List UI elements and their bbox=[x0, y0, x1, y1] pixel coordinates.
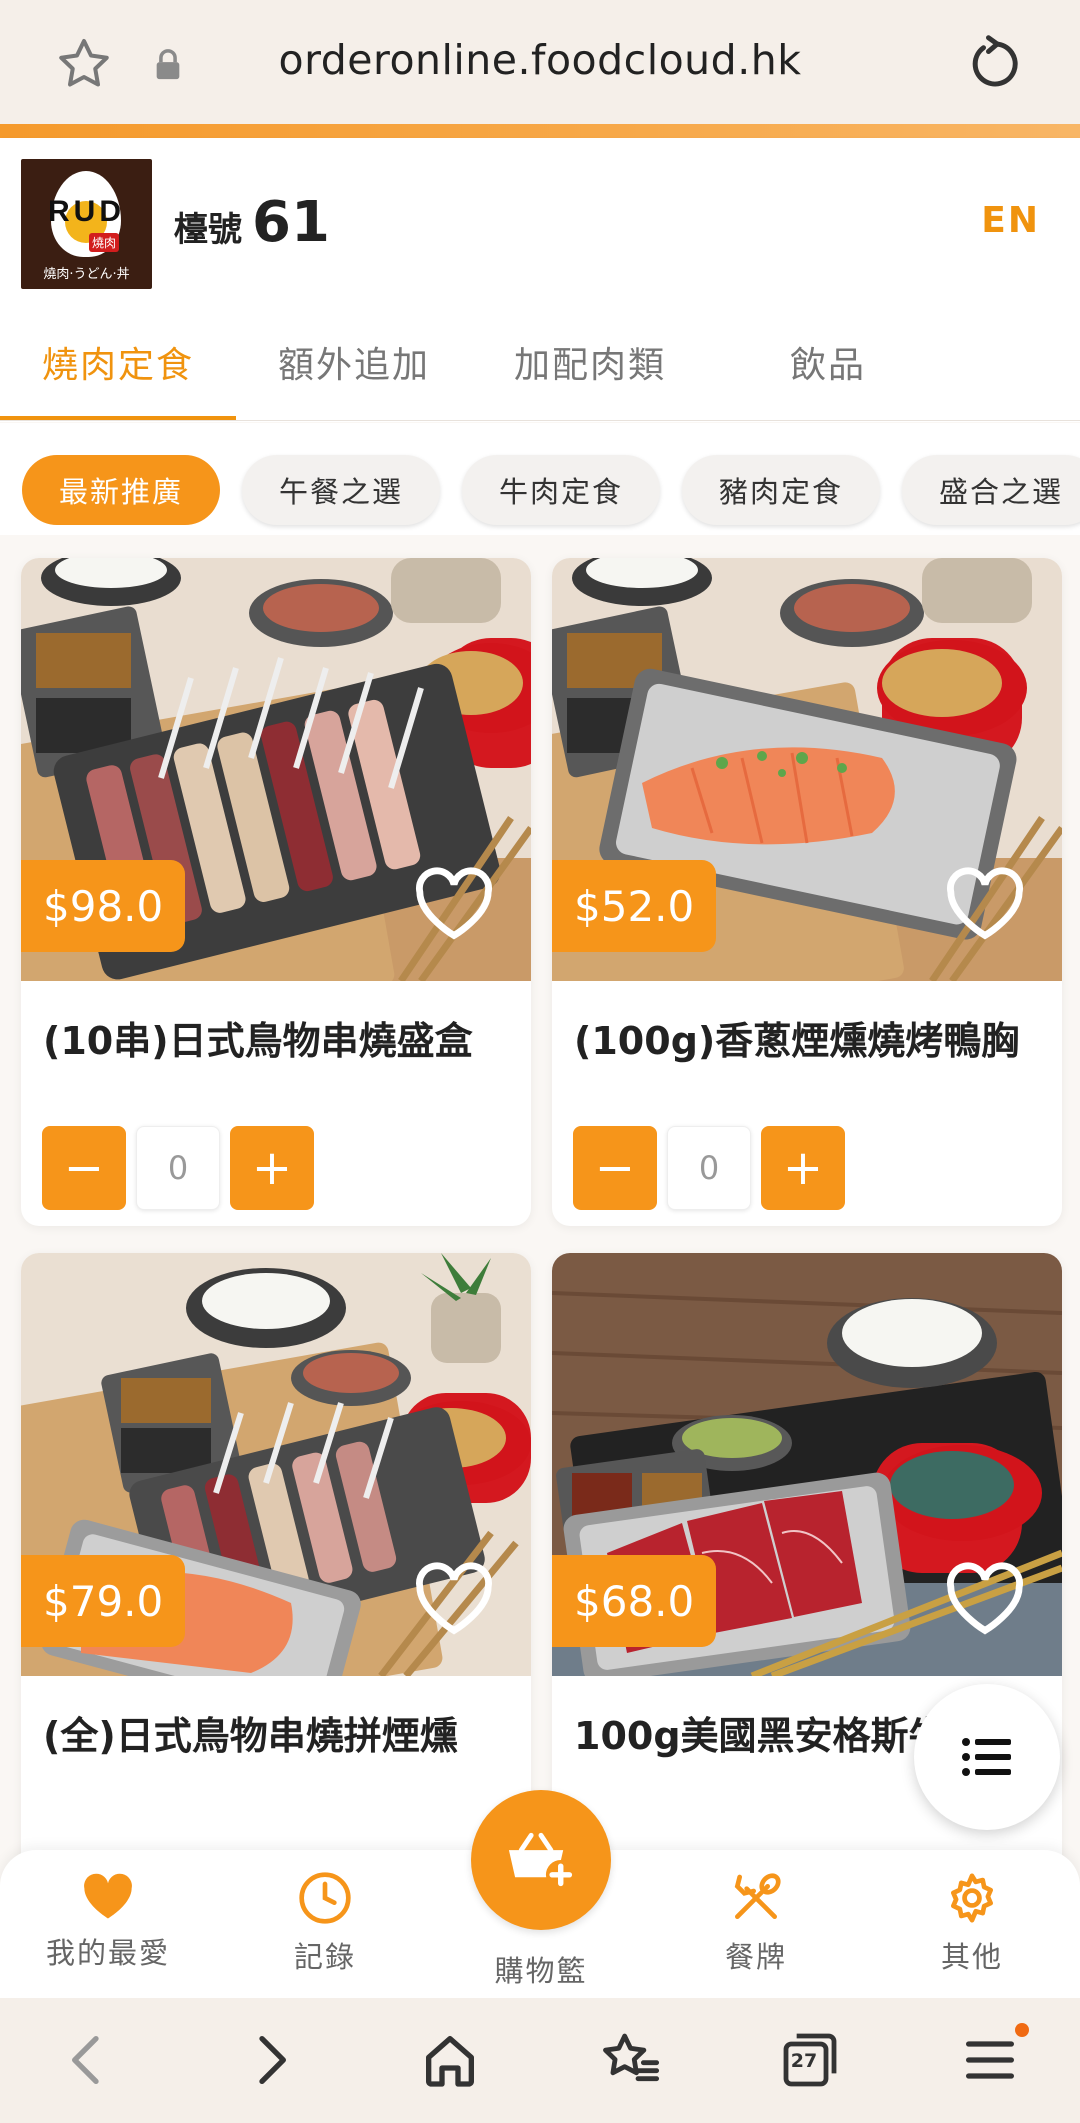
heart-icon bbox=[84, 1873, 132, 1919]
favorite-heart-icon[interactable] bbox=[944, 1559, 1026, 1637]
gear-icon bbox=[951, 1873, 993, 1923]
chip-latest-promo[interactable]: 最新推廣 bbox=[22, 455, 220, 525]
browser-url-bar: orderonline.foodcloud.hk bbox=[0, 0, 1080, 124]
product-price: $52.0 bbox=[552, 860, 717, 952]
store-header: RUD 燒肉 燒肉·うどん·丼 檯號 61 EN bbox=[0, 138, 1080, 298]
product-name: (全)日式鳥物串燒拼煙燻 bbox=[43, 1714, 458, 1758]
product-card[interactable]: $98.0 (10串)日式鳥物串燒盛盒 − 0 + bbox=[21, 558, 531, 1226]
quantity-value[interactable]: 0 bbox=[667, 1126, 751, 1210]
chip-lunch[interactable]: 午餐之選 bbox=[242, 455, 440, 525]
bookmarks-icon[interactable] bbox=[598, 2028, 662, 2092]
category-tabs: 燒肉定食 額外追加 加配肉類 飲品 bbox=[0, 298, 1080, 422]
tab-bbq-set[interactable]: 燒肉定食 bbox=[42, 336, 194, 388]
product-name: (10串)日式鳥物串燒盛盒 bbox=[43, 1019, 473, 1063]
subcategory-chips: 最新推廣 午餐之選 牛肉定食 豬肉定食 盛合之選 bbox=[0, 423, 1080, 535]
favorite-heart-icon[interactable] bbox=[413, 1559, 495, 1637]
decrease-quantity-button[interactable]: − bbox=[573, 1126, 657, 1210]
page-load-progress-bar bbox=[0, 124, 1080, 138]
increase-quantity-button[interactable]: + bbox=[230, 1126, 314, 1210]
hamburger-menu-icon[interactable] bbox=[958, 2028, 1022, 2092]
table-number: 檯號 61 bbox=[174, 190, 330, 255]
decrease-quantity-button[interactable]: − bbox=[42, 1126, 126, 1210]
language-toggle-button[interactable]: EN bbox=[981, 200, 1040, 241]
nav-menu[interactable]: 餐牌 bbox=[676, 1870, 836, 1976]
product-price: $79.0 bbox=[21, 1555, 186, 1647]
nav-history[interactable]: 記錄 bbox=[245, 1870, 405, 1976]
url-text[interactable]: orderonline.foodcloud.hk bbox=[0, 36, 1080, 84]
chip-beef-set[interactable]: 牛肉定食 bbox=[462, 455, 660, 525]
nav-other[interactable]: 其他 bbox=[892, 1870, 1052, 1976]
list-icon bbox=[962, 1738, 1011, 1776]
quantity-stepper: − 0 + bbox=[573, 1126, 845, 1210]
tabs-icon[interactable]: 27 bbox=[778, 2028, 842, 2092]
home-icon[interactable] bbox=[418, 2028, 482, 2092]
nav-favorites[interactable]: 我的最愛 bbox=[28, 1870, 188, 1972]
basket-add-icon bbox=[508, 1832, 576, 1890]
favorite-heart-icon[interactable] bbox=[944, 864, 1026, 942]
quantity-value[interactable]: 0 bbox=[136, 1126, 220, 1210]
back-arrow-icon[interactable] bbox=[56, 2028, 120, 2092]
tab-count: 27 bbox=[790, 2050, 818, 2072]
nav-cart-label-wrap[interactable]: 購物籃 bbox=[461, 1940, 621, 1990]
notification-dot bbox=[1015, 2023, 1029, 2037]
forward-arrow-icon[interactable] bbox=[238, 2028, 302, 2092]
browser-bottom-bar: 27 bbox=[0, 1998, 1080, 2123]
chip-platter[interactable]: 盛合之選 bbox=[902, 455, 1080, 525]
product-card[interactable]: $79.0 (全)日式鳥物串燒拼煙燻 bbox=[21, 1253, 531, 1921]
tab-extra-meat[interactable]: 加配肉類 bbox=[514, 336, 666, 388]
cart-button[interactable] bbox=[471, 1790, 611, 1930]
clock-icon bbox=[299, 1872, 351, 1924]
tab-drinks[interactable]: 飲品 bbox=[790, 336, 866, 388]
fork-spoon-icon bbox=[734, 1873, 781, 1919]
table-number-label: 檯號 bbox=[174, 210, 242, 250]
app-root: orderonline.foodcloud.hk RUD 燒肉 燒肉·うどん·丼… bbox=[0, 0, 1080, 2123]
increase-quantity-button[interactable]: + bbox=[761, 1126, 845, 1210]
category-list-button[interactable] bbox=[914, 1684, 1060, 1830]
quantity-stepper: − 0 + bbox=[42, 1126, 314, 1210]
product-card[interactable]: $52.0 (100g)香蔥煙燻燒烤鴨胸 − 0 + bbox=[552, 558, 1062, 1226]
store-logo: RUD 燒肉 燒肉·うどん·丼 bbox=[21, 159, 152, 289]
chip-pork-set[interactable]: 豬肉定食 bbox=[682, 455, 880, 525]
product-name: (100g)香蔥煙燻燒烤鴨胸 bbox=[574, 1019, 1020, 1063]
product-price: $68.0 bbox=[552, 1555, 717, 1647]
product-price: $98.0 bbox=[21, 860, 186, 952]
reload-icon[interactable] bbox=[966, 34, 1026, 94]
tab-extra-addons[interactable]: 額外追加 bbox=[278, 336, 430, 388]
table-number-value: 61 bbox=[252, 190, 330, 255]
favorite-heart-icon[interactable] bbox=[413, 864, 495, 942]
